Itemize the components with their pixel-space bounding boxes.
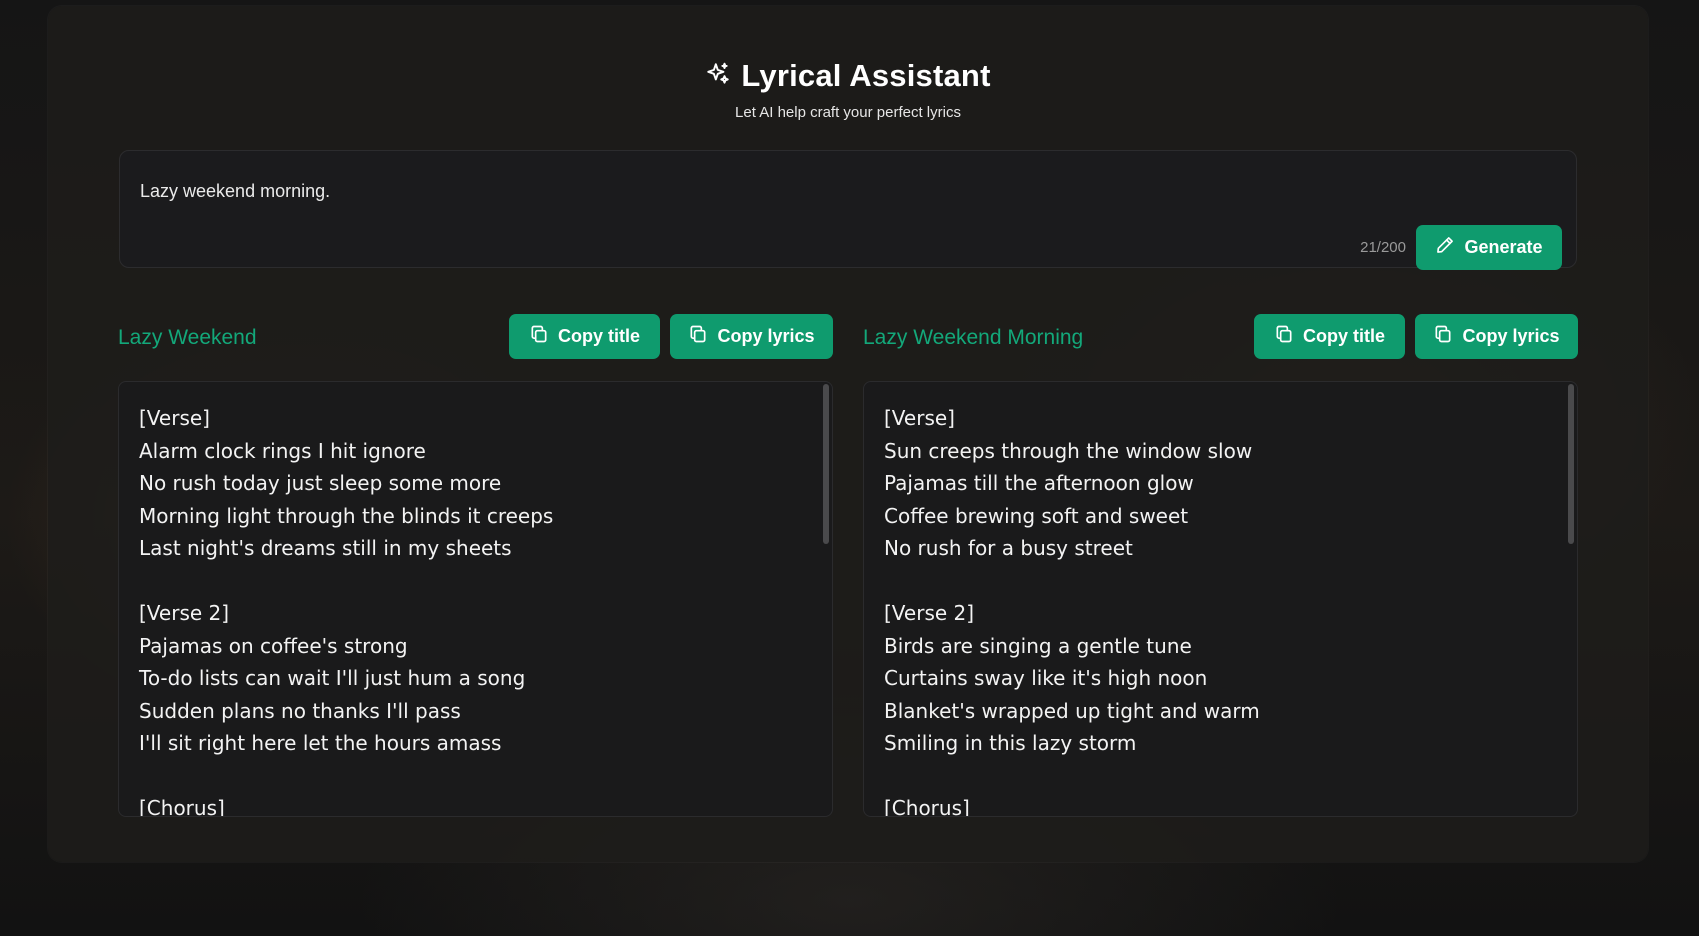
result-header: Lazy Weekend Morning Copy title Copy lyr…: [863, 314, 1578, 359]
copy-lyrics-button[interactable]: Copy lyrics: [670, 314, 833, 359]
result-card-2: Lazy Weekend Morning Copy title Copy lyr…: [863, 314, 1578, 819]
result-actions: Copy title Copy lyrics: [509, 314, 833, 359]
app-title: Lyrical Assistant: [741, 58, 991, 93]
app-subtitle: Let AI help craft your perfect lyrics: [735, 104, 961, 121]
lyrics-textarea[interactable]: [Verse] Sun creeps through the window sl…: [863, 381, 1578, 817]
song-title: Lazy Weekend Morning: [863, 326, 1084, 349]
prompt-input-value[interactable]: Lazy weekend morning.: [140, 181, 330, 202]
prompt-input[interactable]: Lazy weekend morning. 21/200 Generate: [119, 150, 1577, 270]
lyrics-text: [Verse] Alarm clock rings I hit ignore N…: [139, 406, 554, 817]
copy-lyrics-label: Copy lyrics: [1462, 326, 1560, 346]
scrollbar-thumb[interactable]: [1568, 384, 1574, 544]
lyrics-text: [Verse] Sun creeps through the window sl…: [884, 406, 1260, 817]
result-actions: Copy title Copy lyrics: [1254, 314, 1578, 359]
main-panel: Lyrical Assistant Let AI help craft your…: [48, 6, 1648, 862]
copy-lyrics-button[interactable]: Copy lyrics: [1415, 314, 1578, 359]
generate-button-label: Generate: [1464, 237, 1543, 257]
copy-title-button[interactable]: Copy title: [509, 314, 660, 359]
title-row: Lyrical Assistant: [705, 58, 990, 94]
sparkles-icon: [705, 61, 731, 92]
copy-icon: [688, 324, 708, 349]
result-card-1: Lazy Weekend Copy title Copy lyrics [Ver…: [118, 314, 833, 819]
copy-icon: [1433, 324, 1453, 349]
char-counter: 21/200: [1360, 239, 1406, 256]
copy-title-label: Copy title: [1302, 326, 1385, 346]
header: Lyrical Assistant Let AI help craft your…: [48, 58, 1648, 121]
copy-lyrics-label: Copy lyrics: [717, 326, 815, 346]
copy-title-label: Copy title: [557, 326, 640, 346]
pencil-icon: [1435, 235, 1455, 260]
lyrics-textarea[interactable]: [Verse] Alarm clock rings I hit ignore N…: [118, 381, 833, 817]
generate-button[interactable]: Generate: [1416, 225, 1562, 270]
copy-icon: [529, 324, 549, 349]
scrollbar-thumb[interactable]: [823, 384, 829, 544]
copy-title-button[interactable]: Copy title: [1254, 314, 1405, 359]
result-header: Lazy Weekend Copy title Copy lyrics: [118, 314, 833, 359]
song-title: Lazy Weekend: [118, 326, 257, 349]
copy-icon: [1274, 324, 1294, 349]
